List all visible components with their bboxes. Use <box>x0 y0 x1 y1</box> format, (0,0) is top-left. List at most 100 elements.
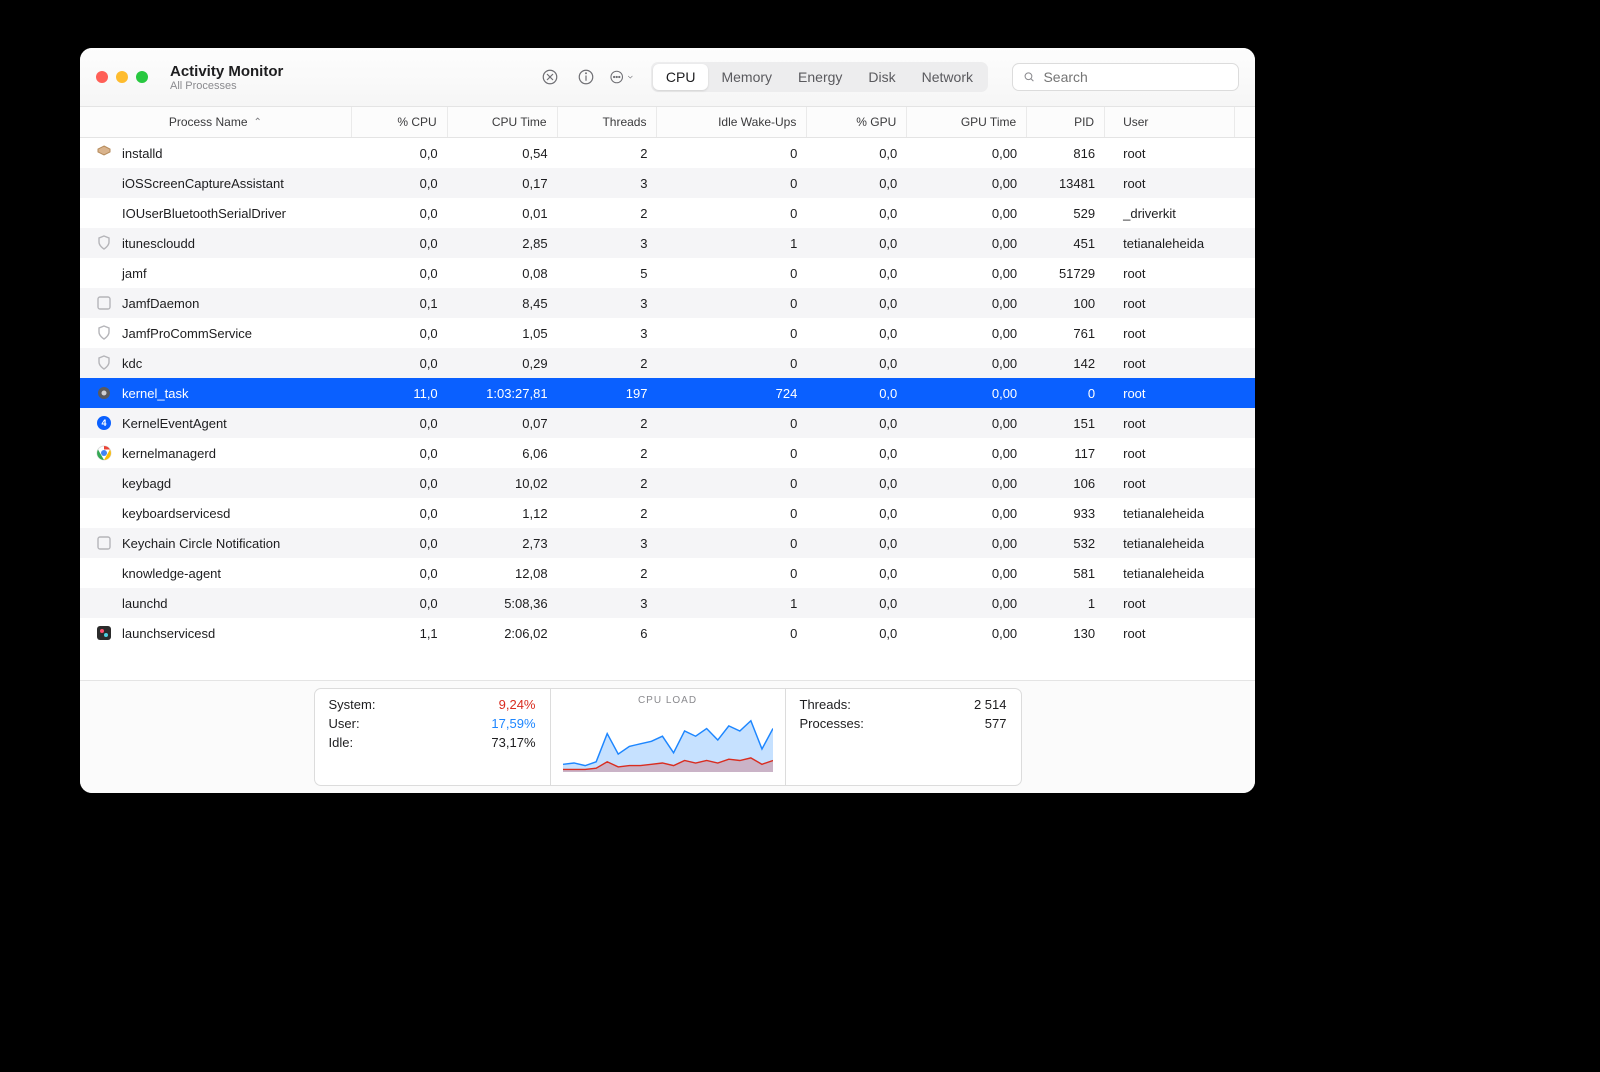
tab-network[interactable]: Network <box>909 64 986 90</box>
cell-pid: 581 <box>1027 558 1105 588</box>
cell-pid: 130 <box>1027 618 1105 648</box>
process-name-cell: JamfProCommService <box>80 318 352 348</box>
process-name-cell: keybagd <box>80 468 352 498</box>
cell-gtime: 0,00 <box>907 168 1027 198</box>
category-tabs: CPUMemoryEnergyDiskNetwork <box>651 62 988 92</box>
column-header-gpu-time[interactable]: GPU Time <box>907 107 1027 137</box>
column-header-gpu[interactable]: % GPU <box>807 107 907 137</box>
process-row[interactable]: knowledge-agent0,012,08200,00,00581tetia… <box>80 558 1255 588</box>
process-row[interactable]: kdc0,00,29200,00,00142root <box>80 348 1255 378</box>
process-row[interactable]: launchservicesd1,12:06,02600,00,00130roo… <box>80 618 1255 648</box>
system-value: 9,24% <box>499 697 536 712</box>
search-input[interactable] <box>1041 68 1228 86</box>
process-row[interactable]: kernelmanagerd0,06,06200,00,00117root <box>80 438 1255 468</box>
process-row[interactable]: Keychain Circle Notification0,02,73300,0… <box>80 528 1255 558</box>
minimize-window-button[interactable] <box>116 71 128 83</box>
process-row[interactable]: kernel_task11,01:03:27,811977240,00,000r… <box>80 378 1255 408</box>
cell-time: 0,54 <box>448 138 558 168</box>
process-row[interactable]: itunescloudd0,02,85310,00,00451tetianale… <box>80 228 1255 258</box>
process-name: installd <box>122 146 162 161</box>
cell-pid: 13481 <box>1027 168 1105 198</box>
cell-pid: 117 <box>1027 438 1105 468</box>
process-row[interactable]: launchd0,05:08,36310,00,001root <box>80 588 1255 618</box>
process-name: knowledge-agent <box>122 566 221 581</box>
cell-user: root <box>1105 438 1235 468</box>
toolbar: Activity Monitor All Processes CPUMemory… <box>80 48 1255 107</box>
tab-cpu[interactable]: CPU <box>653 64 709 90</box>
process-row[interactable]: keyboardservicesd0,01,12200,00,00933teti… <box>80 498 1255 528</box>
cell-time: 0,08 <box>448 258 558 288</box>
cell-user: root <box>1105 468 1235 498</box>
cell-gpu: 0,0 <box>807 138 907 168</box>
inspect-process-button[interactable] <box>573 64 599 90</box>
square-icon <box>96 295 112 311</box>
cell-user: root <box>1105 588 1235 618</box>
process-row[interactable]: iOSScreenCaptureAssistant0,00,17300,00,0… <box>80 168 1255 198</box>
column-header-cpu-time[interactable]: CPU Time <box>448 107 558 137</box>
process-name-cell: itunescloudd <box>80 228 352 258</box>
cell-gpu: 0,0 <box>807 618 907 648</box>
cell-gtime: 0,00 <box>907 498 1027 528</box>
cell-gtime: 0,00 <box>907 588 1027 618</box>
svg-text:4: 4 <box>101 418 106 428</box>
cell-pid: 451 <box>1027 228 1105 258</box>
process-row[interactable]: JamfDaemon0,18,45300,00,00100root <box>80 288 1255 318</box>
cell-time: 0,17 <box>448 168 558 198</box>
cell-gtime: 0,00 <box>907 378 1027 408</box>
cell-gpu: 0,0 <box>807 288 907 318</box>
processes-value: 577 <box>985 716 1007 731</box>
cell-threads: 3 <box>558 318 658 348</box>
column-header-process-name[interactable]: Process Name⌃ <box>80 107 352 137</box>
cpu-summary-footer: System:9,24% User:17,59% Idle:73,17% CPU… <box>80 680 1255 793</box>
process-name: KernelEventAgent <box>122 416 227 431</box>
blank-icon <box>96 565 112 581</box>
tab-disk[interactable]: Disk <box>855 64 908 90</box>
cell-cpu: 0,0 <box>352 138 448 168</box>
process-row[interactable]: IOUserBluetoothSerialDriver0,00,01200,00… <box>80 198 1255 228</box>
cell-user: root <box>1105 408 1235 438</box>
tab-energy[interactable]: Energy <box>785 64 855 90</box>
column-header-wakeups[interactable]: Idle Wake-Ups <box>657 107 807 137</box>
column-header-cpu[interactable]: % CPU <box>352 107 448 137</box>
process-row[interactable]: keybagd0,010,02200,00,00106root <box>80 468 1255 498</box>
action-menu-button[interactable] <box>609 64 635 90</box>
cell-gtime: 0,00 <box>907 318 1027 348</box>
tab-memory[interactable]: Memory <box>708 64 785 90</box>
cell-pid: 532 <box>1027 528 1105 558</box>
cell-cpu: 0,0 <box>352 228 448 258</box>
cell-cpu: 0,0 <box>352 438 448 468</box>
cell-cpu: 0,1 <box>352 288 448 318</box>
process-row[interactable]: JamfProCommService0,01,05300,00,00761roo… <box>80 318 1255 348</box>
column-header-threads[interactable]: Threads <box>558 107 658 137</box>
process-row[interactable]: jamf0,00,08500,00,0051729root <box>80 258 1255 288</box>
process-name-cell: IOUserBluetoothSerialDriver <box>80 198 352 228</box>
cell-gtime: 0,00 <box>907 258 1027 288</box>
cell-gtime: 0,00 <box>907 558 1027 588</box>
cell-cpu: 0,0 <box>352 168 448 198</box>
cell-time: 6,06 <box>448 438 558 468</box>
stop-process-button[interactable] <box>537 64 563 90</box>
close-window-button[interactable] <box>96 71 108 83</box>
search-field[interactable] <box>1012 63 1239 91</box>
threads-value: 2 514 <box>974 697 1007 712</box>
zoom-window-button[interactable] <box>136 71 148 83</box>
column-header-user[interactable]: User <box>1105 107 1235 137</box>
cell-gpu: 0,0 <box>807 318 907 348</box>
cell-cpu: 0,0 <box>352 588 448 618</box>
column-header-pid[interactable]: PID <box>1027 107 1105 137</box>
window-title: Activity Monitor <box>170 63 283 80</box>
user-label: User: <box>329 716 360 731</box>
cell-time: 10,02 <box>448 468 558 498</box>
cell-gpu: 0,0 <box>807 198 907 228</box>
user-value: 17,59% <box>491 716 535 731</box>
cell-gpu: 0,0 <box>807 258 907 288</box>
process-name: kernel_task <box>122 386 188 401</box>
cell-cpu: 0,0 <box>352 318 448 348</box>
process-row[interactable]: installd0,00,54200,00,00816root <box>80 138 1255 168</box>
cell-pid: 761 <box>1027 318 1105 348</box>
process-name: launchd <box>122 596 168 611</box>
cell-time: 2:06,02 <box>448 618 558 648</box>
cell-cpu: 0,0 <box>352 258 448 288</box>
process-row[interactable]: 4KernelEventAgent0,00,07200,00,00151root <box>80 408 1255 438</box>
cell-time: 12,08 <box>448 558 558 588</box>
